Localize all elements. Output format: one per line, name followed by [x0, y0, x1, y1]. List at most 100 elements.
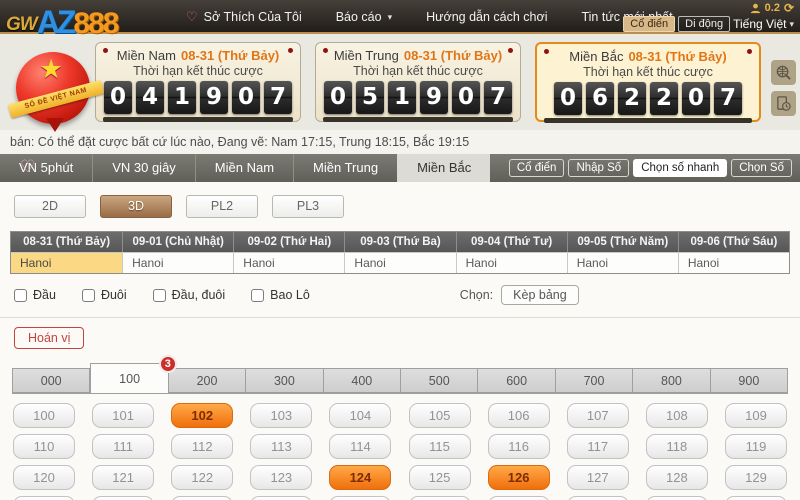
number-cell[interactable]: 132	[171, 496, 234, 500]
bet-type-button[interactable]: 2D	[14, 195, 86, 218]
city-cell[interactable]: Hanoi	[344, 252, 456, 273]
number-cell[interactable]: 110	[13, 434, 75, 459]
number-cell[interactable]: 136	[487, 496, 550, 500]
number-cell[interactable]: 117	[566, 434, 629, 459]
view-button[interactable]: Cổ điển	[623, 16, 676, 32]
date-column-header[interactable]: 08-31 (Thứ Bảy)	[11, 232, 123, 252]
number-cell[interactable]: 101	[92, 403, 155, 428]
number-cell[interactable]: 103	[250, 403, 313, 428]
bet-type-button[interactable]: PL3	[272, 195, 344, 218]
number-cell[interactable]: 127	[566, 465, 629, 490]
number-cell[interactable]: 131	[92, 496, 155, 500]
region-tabs: VN 5phút VN 30 giây Miền Nam Miền Trung Miền…	[0, 154, 491, 182]
countdown-digits: 051907	[316, 81, 520, 114]
region-tab[interactable]: Miền Trung	[293, 154, 397, 182]
number-cell[interactable]: 106	[487, 403, 550, 428]
number-cell[interactable]: 123	[250, 465, 313, 490]
number-cell[interactable]: 124	[329, 465, 392, 490]
filter-checkbox[interactable]: Đuôi	[81, 288, 127, 302]
city-cell[interactable]: Hanoi	[233, 252, 345, 273]
date-column-header[interactable]: 09-02 (Thứ Hai)	[233, 232, 345, 252]
view-button[interactable]: Di động	[678, 16, 731, 32]
number-cell[interactable]: 111	[92, 434, 155, 459]
number-cell[interactable]: 135	[408, 496, 471, 500]
hundreds-tab[interactable]: 800	[633, 368, 711, 393]
balance-row: 0.2 ⟳	[750, 1, 794, 15]
bet-type-button[interactable]: PL2	[186, 195, 258, 218]
history-document-icon[interactable]	[771, 91, 796, 116]
filter-checkbox[interactable]: Đầu	[14, 288, 56, 302]
number-cell[interactable]: 134	[329, 496, 392, 500]
filter-checkbox[interactable]: Đầu, đuôi	[152, 288, 225, 302]
hundreds-tab[interactable]: 100 3	[90, 355, 177, 393]
flip-digit: 1	[168, 81, 196, 114]
number-cell[interactable]: 130	[13, 496, 75, 500]
number-cell[interactable]: 128	[645, 465, 708, 490]
city-cell[interactable]: Hanoi	[566, 252, 678, 273]
logo-gw: GW	[6, 14, 38, 35]
pick-mode-button[interactable]: Nhập Số	[568, 159, 630, 177]
number-cell[interactable]: 137	[566, 496, 629, 500]
number-cell[interactable]: 100	[13, 403, 75, 428]
pick-mode-button[interactable]: Chọn Số	[731, 159, 792, 177]
number-cell[interactable]: 138	[645, 496, 708, 500]
hundreds-tab[interactable]: 900	[710, 368, 789, 393]
hundreds-tab[interactable]: 000	[12, 368, 91, 393]
hundreds-tab[interactable]: 600	[478, 368, 556, 393]
hundreds-tab[interactable]: 300	[246, 368, 324, 393]
filter-checkbox[interactable]: Bao Lô	[251, 288, 310, 302]
menu-item-1[interactable]: ♡ Sở Thích Của Tôi	[186, 9, 302, 25]
date-column-header[interactable]: 09-05 (Thứ Năm)	[566, 232, 678, 252]
permutation-button[interactable]: Hoán vị	[14, 327, 85, 349]
bet-type-button[interactable]: 3D	[100, 195, 172, 218]
site-logo[interactable]: GWAZ888	[6, 1, 119, 40]
date-column-header[interactable]: 09-06 (Thứ Sáu)	[677, 232, 789, 252]
date-column-header[interactable]: 09-04 (Thứ Tư)	[455, 232, 567, 252]
number-cell[interactable]: 104	[329, 403, 392, 428]
number-cell[interactable]: 122	[171, 465, 234, 490]
hundreds-tab[interactable]: 200	[168, 368, 247, 393]
region-name: Miền Trung	[333, 48, 399, 63]
keyboard-input-button[interactable]: Kèp bảng	[501, 285, 579, 305]
menu-item-2[interactable]: Báo cáo ▾	[336, 10, 392, 24]
number-cell[interactable]: 102	[171, 403, 234, 428]
number-cell[interactable]: 115	[408, 434, 471, 459]
language-select[interactable]: Tiếng Việt ▾	[733, 17, 794, 31]
number-cell[interactable]: 121	[92, 465, 155, 490]
city-cell[interactable]: Hanoi	[677, 252, 789, 273]
hundreds-tab[interactable]: 500	[401, 368, 479, 393]
menu-item-3[interactable]: Hướng dẫn cách chơi	[426, 10, 547, 24]
region-tab[interactable]: VN 30 giây	[92, 154, 195, 182]
number-cell[interactable]: 126	[487, 465, 550, 490]
region-tab[interactable]: Miền Bắc	[397, 154, 491, 182]
pick-mode-button[interactable]: Chọn số nhanh	[633, 159, 728, 177]
date-column-header[interactable]: 09-01 (Chủ Nhật)	[122, 232, 234, 252]
number-cell[interactable]: 139	[724, 496, 787, 500]
number-cell[interactable]: 133	[250, 496, 313, 500]
region-tab[interactable]: Miền Nam	[194, 154, 293, 182]
number-cell[interactable]: 114	[329, 434, 392, 459]
number-cell[interactable]: 118	[645, 434, 708, 459]
pick-mode-button[interactable]: Cổ điển	[508, 159, 565, 177]
checkbox-icon	[14, 288, 27, 302]
city-cell[interactable]: Hanoi	[122, 252, 234, 273]
globe-search-icon[interactable]	[771, 60, 796, 85]
number-cell[interactable]: 113	[250, 434, 313, 459]
date-column-header[interactable]: 09-03 (Thứ Ba)	[344, 232, 456, 252]
number-cell[interactable]: 125	[408, 465, 471, 490]
city-cell[interactable]: Hanoi	[455, 252, 567, 273]
number-cell[interactable]: 120	[13, 465, 75, 490]
number-cell[interactable]: 129	[724, 465, 787, 490]
hundreds-tab[interactable]: 700	[555, 368, 634, 393]
city-cell[interactable]: Hanoi	[11, 252, 123, 273]
region-tab[interactable]: VN 5phút	[0, 154, 92, 182]
number-cell[interactable]: 105	[408, 403, 471, 428]
number-cell[interactable]: 107	[566, 403, 629, 428]
number-cell[interactable]: 112	[171, 434, 234, 459]
number-cell[interactable]: 108	[645, 403, 708, 428]
number-cell[interactable]: 119	[724, 434, 787, 459]
hundreds-tab[interactable]: 400	[323, 368, 402, 393]
number-cell[interactable]: 116	[487, 434, 550, 459]
number-cell[interactable]: 109	[724, 403, 787, 428]
refresh-icon[interactable]: ⟳	[784, 1, 794, 15]
